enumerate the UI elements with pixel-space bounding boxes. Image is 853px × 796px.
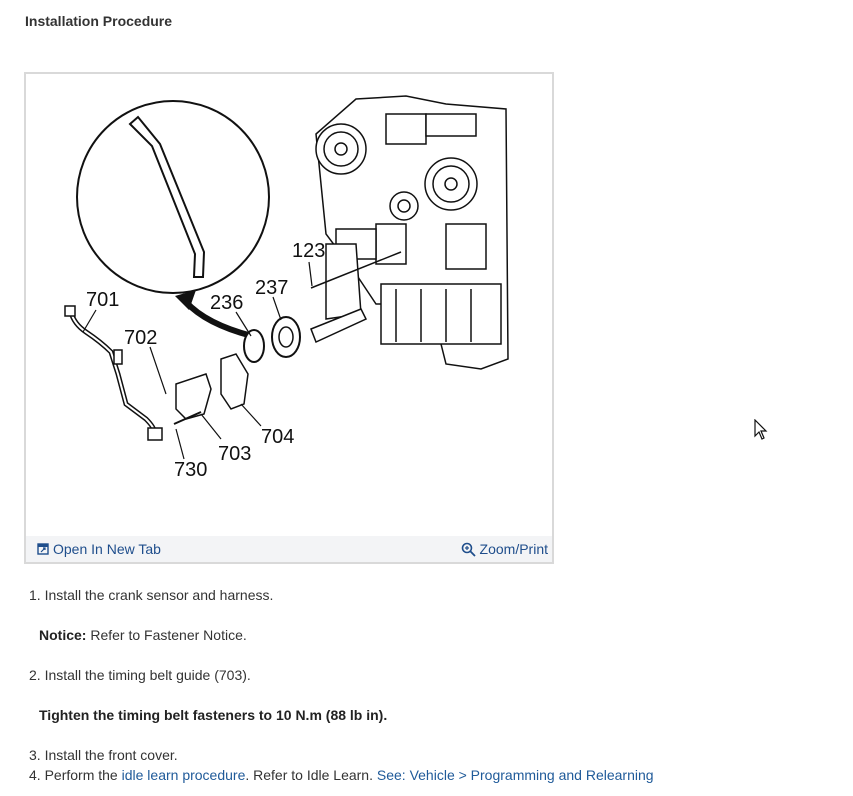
procedure-steps: 1. Install the crank sensor and harness.… [29,585,809,785]
reluctor-wheel [243,329,265,363]
cursor-arrow-icon [754,418,768,440]
crank-sprocket-hub [278,326,294,348]
callout-237: 237 [255,277,288,299]
timing-belt-guide [175,373,212,420]
idle-learn-procedure-link[interactable]: idle learn procedure [122,767,246,783]
step-text: . Refer to Idle Learn. [245,767,377,783]
callout-236: 236 [210,292,243,314]
figure-frame: 701 702 236 237 123 704 703 730 Open In … [24,72,554,564]
zoom-print-link[interactable]: Zoom/Print [461,541,548,557]
step-number: 1. [29,587,45,603]
step-number: 4. [29,767,45,783]
callout-123: 123 [292,240,325,262]
step-3: 3. Install the front cover. [29,745,809,765]
section-title: Installation Procedure [25,13,173,29]
sensor-cover [220,353,249,410]
callout-701: 701 [86,289,119,311]
programming-relearning-link[interactable]: See: Vehicle > Programming and Relearnin… [377,767,654,783]
zoom-print-label: Zoom/Print [479,541,548,557]
step-text: Perform the [44,767,122,783]
page: Installation Procedure 701 702 236 237 1… [0,0,853,796]
open-in-new-tab-label: Open In New Tab [53,541,161,557]
callout-703: 703 [218,443,251,465]
callout-730: 730 [174,459,207,481]
notice-label: Notice: [39,627,87,643]
step-number: 2. [29,667,45,683]
open-new-tab-icon [37,543,49,555]
engine-diagram: 701 702 236 237 123 704 703 730 [64,95,509,481]
callout-702: 702 [124,327,157,349]
step-number: 3. [29,747,45,763]
step-text: Install the front cover. [44,747,178,763]
zoom-icon [461,542,476,557]
mouse-cursor [754,418,768,446]
step-1: 1. Install the crank sensor and harness. [29,585,809,605]
torque-text: Tighten the timing belt fasteners to 10 … [39,707,388,723]
step-2: 2. Install the timing belt guide (703). [29,665,809,685]
open-in-new-tab-link[interactable]: Open In New Tab [37,541,161,557]
step-text: Install the timing belt guide (703). [44,667,251,683]
figure-toolbar: Open In New Tab Zoom/Print [26,536,552,562]
notice-note: Notice: Refer to Fastener Notice. [29,625,809,645]
torque-spec: Tighten the timing belt fasteners to 10 … [29,705,809,725]
notice-text: Refer to Fastener Notice. [86,627,247,643]
step-text: Install the crank sensor and harness. [44,587,274,603]
step-4: 4. Perform the idle learn procedure. Ref… [29,765,809,785]
callout-704: 704 [261,426,294,448]
